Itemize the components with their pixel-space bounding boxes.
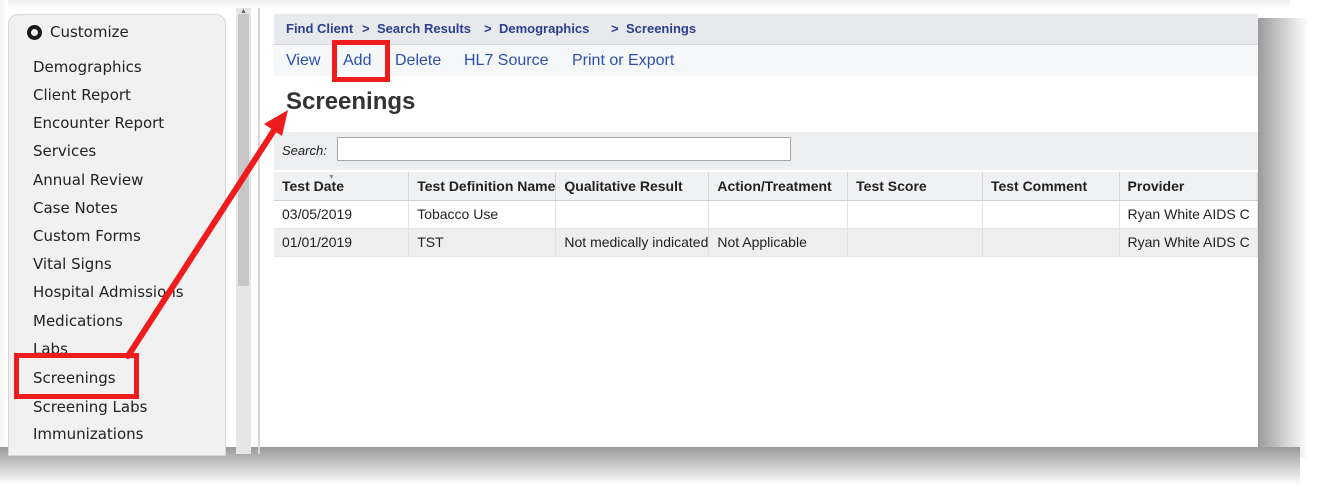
sidebar-item-case-notes[interactable]: Case Notes [33,197,118,219]
sidebar-scrollbar-thumb[interactable] [238,14,249,286]
cell-action-treatment [708,200,849,229]
table-row[interactable]: 01/01/2019 TST Not medically indicated N… [274,228,1259,257]
cell-test-definition-name: TST [408,228,557,257]
sidebar-item-encounter-report[interactable]: Encounter Report [33,112,164,134]
table-header-row: Test Date Test Definition Name Qualitati… [274,172,1259,201]
search-input[interactable] [337,137,791,161]
breadcrumb-screenings[interactable]: Screenings [626,14,696,44]
cell-test-score [847,200,983,229]
sidebar-item-annual-review[interactable]: Annual Review [33,169,143,191]
screenings-table: Test Date Test Definition Name Qualitati… [274,172,1259,257]
action-toolbar: View Add Delete HL7 Source Print or Expo… [274,46,1258,76]
cell-test-definition-name: Tobacco Use [408,200,557,229]
column-header-test-score[interactable]: Test Score [847,172,983,201]
cell-provider: Ryan White AIDS C [1119,200,1259,229]
cell-test-score [847,228,983,257]
main-panel: Find Client > Search Results > Demograph… [274,14,1259,447]
customize-label: Customize [50,23,129,41]
cell-action-treatment: Not Applicable [708,228,849,257]
breadcrumb: Find Client > Search Results > Demograph… [274,14,1258,45]
sidebar-item-client-report[interactable]: Client Report [33,84,131,106]
breadcrumb-separator: > [611,21,619,36]
sidebar-item-hospital-admissions[interactable]: Hospital Admissions [33,281,184,303]
column-header-qualitative-result[interactable]: Qualitative Result [555,172,710,201]
cell-test-comment [982,200,1120,229]
column-header-test-definition-name[interactable]: Test Definition Name [408,172,557,201]
sidebar-item-services[interactable]: Services [33,140,96,162]
cell-test-date: 03/05/2019 [274,200,410,229]
sidebar-item-medications[interactable]: Medications [33,310,123,332]
page-title: Screenings [286,88,416,115]
sidebar-item-custom-forms[interactable]: Custom Forms [33,225,141,247]
delete-link[interactable]: Delete [395,46,441,76]
table-row[interactable]: 03/05/2019 Tobacco Use Ryan White AIDS C [274,200,1259,229]
gear-icon [27,24,42,40]
screenings-highlight-box [14,353,139,399]
sort-indicator-icon: ▼ [328,174,335,181]
sidebar-item-immunizations[interactable]: Immunizations [33,423,143,445]
column-header-test-date[interactable]: Test Date [274,172,410,201]
breadcrumb-search-results[interactable]: Search Results [377,14,471,44]
sidebar-item-vital-signs[interactable]: Vital Signs [33,253,112,275]
pane-divider[interactable] [258,8,260,454]
print-export-link[interactable]: Print or Export [572,46,674,76]
column-header-test-comment[interactable]: Test Comment [982,172,1120,201]
column-header-provider[interactable]: Provider [1119,172,1259,201]
cell-test-date: 01/01/2019 [274,228,410,257]
scroll-up-arrow-icon[interactable]: ▲ [240,8,247,15]
cell-qualitative-result [555,200,710,229]
sidebar-item-demographics[interactable]: Demographics [33,56,142,78]
cell-test-comment [982,228,1120,257]
column-header-action-treatment[interactable]: Action/Treatment [708,172,849,201]
add-highlight-box [332,40,390,82]
hl7-source-link[interactable]: HL7 Source [464,46,549,76]
breadcrumb-demographics[interactable]: Demographics [499,14,589,44]
breadcrumb-separator: > [484,21,492,36]
frame-shadow-top [0,0,1290,8]
customize-button[interactable]: Customize [27,22,129,42]
sidebar-item-screening-labs[interactable]: Screening Labs [33,396,147,418]
frame-shadow-left [0,0,8,460]
cell-qualitative-result: Not medically indicated [555,228,710,257]
view-link[interactable]: View [286,46,320,76]
search-label: Search: [282,143,327,158]
frame-shadow-right [1258,18,1308,458]
cell-provider: Ryan White AIDS C [1119,228,1259,257]
